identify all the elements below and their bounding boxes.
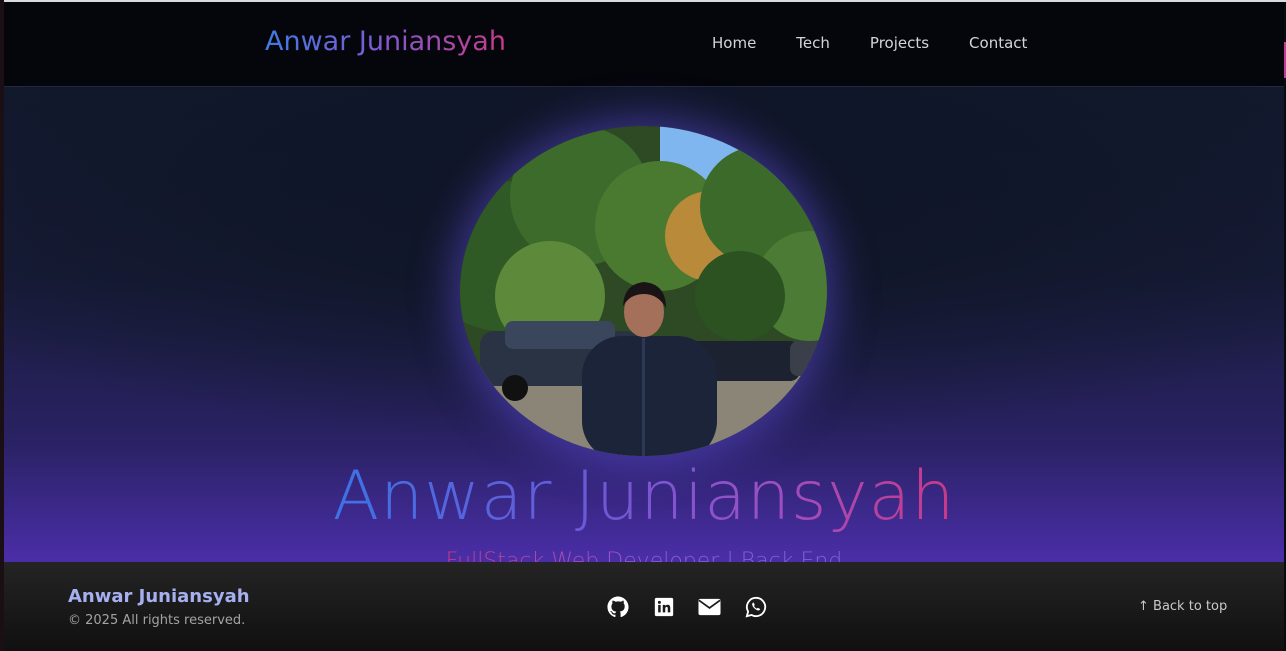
hero-section: Anwar Juniansyah FullStack Web Developer… [4, 87, 1284, 574]
profile-photo-image [460, 126, 827, 456]
page: Anwar Juniansyah Home Tech Projects Cont… [4, 2, 1284, 651]
linkedin-icon[interactable] [652, 595, 675, 618]
envelope-icon[interactable] [698, 595, 721, 618]
main-nav: Home Tech Projects Contact [712, 34, 1027, 52]
hero-title: Anwar Juniansyah [332, 457, 956, 536]
nav-home[interactable]: Home [712, 34, 756, 52]
brand-logo[interactable]: Anwar Juniansyah [265, 26, 506, 57]
github-icon[interactable] [606, 595, 629, 618]
footer-name: Anwar Juniansyah [68, 586, 250, 607]
back-to-top-link[interactable]: ↑ Back to top [1138, 599, 1227, 614]
footer: Anwar Juniansyah © 2025 All rights reser… [4, 562, 1284, 651]
nav-contact[interactable]: Contact [969, 34, 1027, 52]
nav-projects[interactable]: Projects [870, 34, 929, 52]
profile-photo [460, 126, 827, 456]
footer-copyright: © 2025 All rights reserved. [68, 613, 246, 628]
whatsapp-icon[interactable] [744, 595, 767, 618]
navbar: Anwar Juniansyah Home Tech Projects Cont… [4, 2, 1284, 87]
nav-tech[interactable]: Tech [796, 34, 830, 52]
social-links [606, 595, 767, 618]
